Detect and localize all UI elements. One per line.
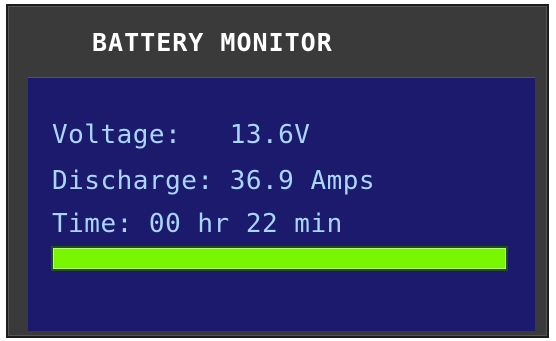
time-readout: Time: 00 hr 22 min xyxy=(52,209,343,239)
panel-title: BATTERY MONITOR xyxy=(92,28,333,57)
discharge-readout: Discharge: 36.9 Amps xyxy=(52,166,375,196)
charge-level-fill xyxy=(53,248,506,269)
discharge-value: 36.9 Amps xyxy=(229,166,376,196)
display-screen: Voltage: 13.6V Discharge: 36.9 Amps Time… xyxy=(28,77,535,331)
voltage-readout: Voltage: 13.6V xyxy=(52,120,310,150)
charge-level-bar xyxy=(51,246,508,271)
discharge-label: Discharge: xyxy=(52,166,230,196)
voltage-value: 13.6V xyxy=(229,120,311,150)
voltage-label: Voltage: xyxy=(52,120,230,150)
battery-monitor-panel: BATTERY MONITOR Voltage: 13.6V Discharge… xyxy=(6,4,549,338)
